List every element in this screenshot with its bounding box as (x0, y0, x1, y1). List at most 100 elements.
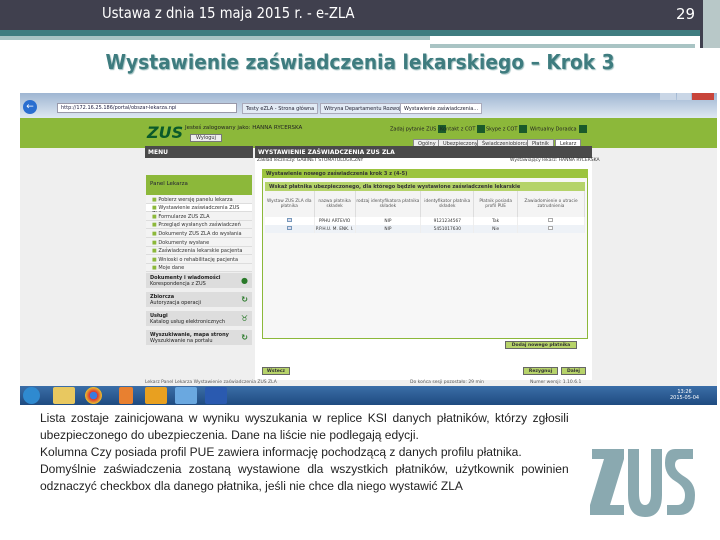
menu-item-label: Formularze ZUS ZLA (158, 213, 210, 220)
decor-strip (430, 44, 695, 48)
menu-item[interactable]: ■ Moje dane (146, 263, 252, 273)
menu-item[interactable]: ■ Pobierz wersję panelu lekarza (146, 195, 252, 204)
page-number: 29 (676, 5, 696, 23)
cancel-button[interactable]: Rezygnuj (523, 367, 558, 375)
column-header: rodzaj identyfikatora płatnika składek (355, 191, 422, 217)
outlook-icon[interactable] (145, 387, 167, 404)
tool-label: Wirtualny Doradca (530, 126, 577, 133)
group-sub: Korespondencja z ZUS (150, 281, 206, 287)
address-bar[interactable]: http://172.16.25.186/portal/obszar-lekar… (57, 103, 237, 113)
browser-tab[interactable]: Witryna Departamentu Rozwoj... (320, 103, 410, 114)
refresh-icon: ↻ (241, 295, 248, 304)
pue-profile: Nie (473, 225, 518, 233)
slide-description: Lista zostaje zainicjowana w wyniku wysz… (40, 410, 569, 495)
browser-tab-active[interactable]: Wystawienie zaświadczenia... (400, 103, 483, 114)
table-row: PPHU ARTEVIO NIP 9121234567 Tak (265, 217, 586, 225)
menu-item[interactable]: ■ Wystawienie zaświadczenia ZUS ZLA (146, 203, 252, 217)
services-icon: ♉ (240, 314, 248, 323)
facility: Zakład leczniczy: GABINET STOMATOLOGICZN… (257, 158, 364, 163)
tool-contact[interactable]: Kontakt z COT (440, 125, 486, 133)
maximize-icon[interactable] (677, 93, 691, 100)
back-arrow-icon[interactable]: ← (23, 100, 37, 114)
paragraph: Domyślnie zaświadczenia zostaną wystawio… (40, 462, 569, 493)
menu-group[interactable]: Zbiorcza Autoryzacja operacji ↻ (146, 292, 252, 307)
menu-item[interactable]: ■ Dokumenty wysłane (146, 238, 252, 247)
menu-item-label: Wnioski o rehabilitację pacjenta (158, 256, 239, 263)
issue-checkbox[interactable] (286, 218, 292, 222)
menu-item[interactable]: ■ Formularze ZUS ZLA (146, 212, 252, 221)
menu-item-label: Dokumenty wysłane (158, 239, 210, 246)
column-header: Wystaw ZUS ZLA dla płatnika (265, 191, 315, 217)
tool-ask[interactable]: Zadaj pytanie ZUS (390, 125, 447, 133)
chrome-icon[interactable] (85, 387, 102, 404)
payer-id: 5451017630 (420, 225, 475, 233)
zus-logo: ZUS (147, 123, 184, 142)
menu-item[interactable]: ■ Dokumenty ZUS ZLA do wysłania (146, 229, 252, 238)
logout-button[interactable]: Wyloguj (190, 134, 222, 142)
breadcrumb: Lekarz Panel Lekarza Wystawienie zaświad… (145, 380, 277, 385)
menu-item-label: Pobierz wersję panelu lekarza (158, 196, 233, 203)
add-payer-button[interactable]: Dodaj nowego płatnika (505, 341, 577, 349)
word-icon[interactable] (205, 387, 227, 404)
tool-label: Zadaj pytanie ZUS (390, 126, 437, 133)
tool-advisor[interactable]: Wirtualny Doradca (530, 125, 587, 133)
column-header: nazwa płatnika składek (314, 191, 356, 217)
notify-checkbox[interactable] (548, 218, 554, 222)
chat-icon: ● (241, 276, 248, 285)
decor-bar (700, 0, 720, 48)
menu-item-label: Zaświadczenia lekarskie pacjenta (158, 248, 243, 255)
logged-user: Jesteś zalogowany jako: HANNA RYCERSKA (185, 125, 303, 131)
notify-checkbox[interactable] (548, 226, 554, 230)
menu-item-label: Dokumenty ZUS ZLA do wysłania (158, 230, 242, 237)
ie-icon[interactable] (175, 387, 197, 404)
menu-item-label: Przegląd wysłanych zaświadczeń (158, 222, 241, 229)
session-timer: Do końca sesji pozostało: 29 min (410, 380, 484, 385)
decor-strip (0, 36, 430, 40)
slide-header-text: Ustawa z dnia 15 maja 2015 r. - e-ZLA (102, 4, 355, 22)
taskbar: 13:26 2015-05-04 (20, 386, 717, 405)
issue-checkbox[interactable] (286, 226, 292, 230)
embedded-screenshot: ← http://172.16.25.186/portal/obszar-lek… (20, 93, 717, 405)
paragraph: Kolumna Czy posiada profil PUE zawiera i… (40, 445, 522, 459)
main-header: WYSTAWIENIE ZAŚWIADCZENIA ZUS ZLA (255, 146, 592, 158)
next-button[interactable]: Dalej (561, 367, 586, 375)
section-title: Wskaż płatnika ubezpieczonego, dla które… (265, 182, 585, 191)
menu-group[interactable]: Dokumenty i wiadomości Korespondencja z Z… (146, 273, 252, 288)
tool-label: Kontakt z COT (440, 126, 476, 133)
tool-skype[interactable]: Skype z COT (486, 125, 528, 133)
menu-header: MENU (145, 146, 253, 158)
tool-label: Skype z COT (486, 126, 518, 133)
panel-lekarza[interactable]: Panel Lekarza (146, 175, 252, 195)
payer-name: PPHU ARTEVIO (314, 217, 356, 225)
menu-group[interactable]: Wyszukiwanie, mapa strony Wyszukiwanie na… (146, 330, 252, 345)
browser-tab[interactable]: Testy eZLA - Strona główna (242, 103, 319, 114)
table-row: P.P.H.U. M. ENK. I. NIP 5451017630 Nie (265, 225, 586, 233)
group-sub: Wyszukiwanie na portalu (150, 338, 213, 344)
column-header: Zawiadomienie o utracie zatrudnienia (517, 191, 586, 217)
close-icon[interactable] (692, 93, 714, 100)
site-header (20, 118, 717, 148)
user-icon (578, 125, 587, 133)
group-sub: Katalog usług elektronicznych (150, 319, 225, 325)
folder-icon[interactable] (53, 387, 75, 404)
search-refresh-icon: ↻ (241, 333, 248, 342)
back-button[interactable]: Wstecz (262, 367, 290, 375)
start-icon[interactable] (23, 387, 40, 404)
version: Numer wersji: 1.10.6.1 (530, 380, 582, 385)
menu-group[interactable]: Usługi Katalog usług elektronicznych ♉ (146, 311, 252, 326)
id-type: NIP (355, 217, 422, 225)
minimize-icon[interactable] (660, 93, 676, 100)
step-title: Wystawienie nowego zaświadczenia krok 3 … (262, 169, 588, 178)
slide-title: Wystawienie zaświadczenia lekarskiego – … (105, 50, 615, 74)
id-type: NIP (355, 225, 422, 233)
menu-item[interactable]: ■ Wnioski o rehabilitację pacjenta (146, 255, 252, 264)
menu-item[interactable]: ■ Przegląd wysłanych zaświadczeń (146, 220, 252, 230)
payer-name: P.P.H.U. M. ENK. I. (314, 225, 356, 233)
column-header: Płatnik posiada profil PUE (473, 191, 518, 217)
skype-icon (519, 125, 528, 133)
media-icon[interactable] (119, 387, 133, 404)
date: 2015-05-04 (670, 395, 700, 401)
menu-item-label: Moje dane (158, 265, 185, 272)
menu-item[interactable]: ■ Zaświadczenia lekarskie pacjenta (146, 246, 252, 256)
group-sub: Autoryzacja operacji (150, 300, 202, 306)
